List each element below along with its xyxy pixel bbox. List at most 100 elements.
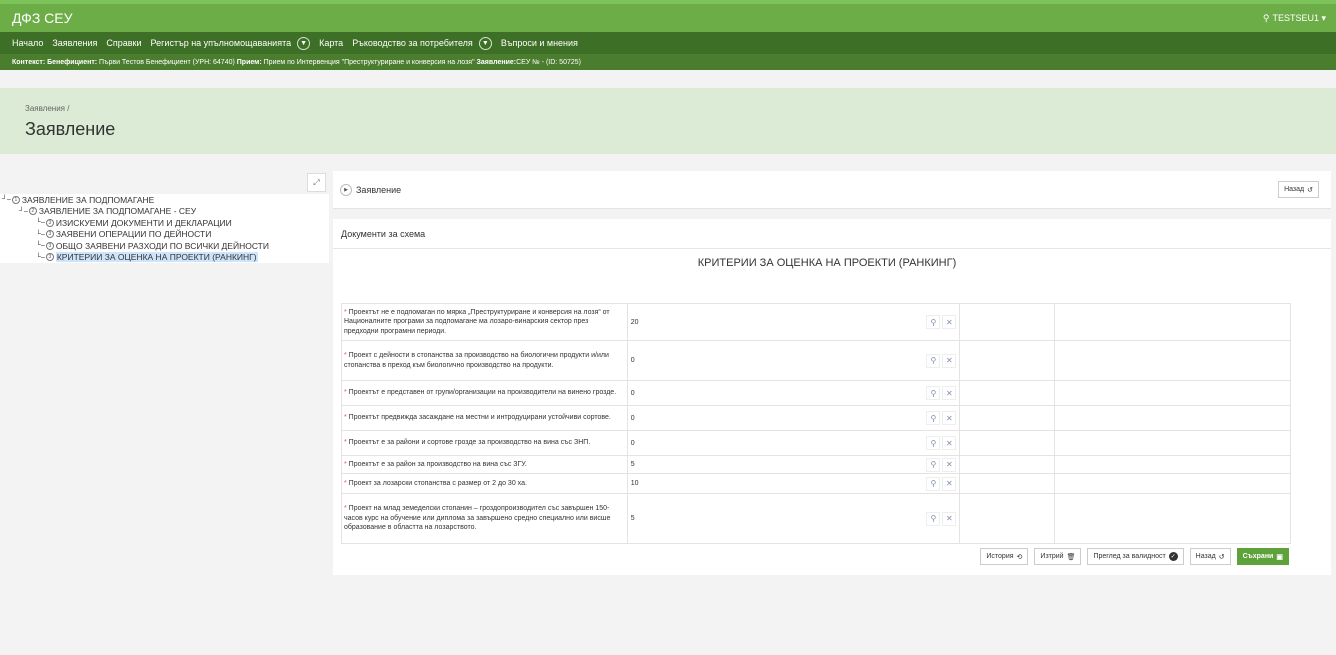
expand-icon[interactable]: ⤢ <box>307 173 326 192</box>
action-bar: История ⟲ Изтрий 🗑 Преглед за валидност ✓ Н… <box>980 548 1289 565</box>
search-icon[interactable]: ⚲ <box>926 511 941 526</box>
close-icon[interactable]: ✕ <box>942 386 957 400</box>
criterion-label: * Проектът предвижда засаждане на местни… <box>341 405 628 431</box>
menu-item-user-guide[interactable]: Ръководство за потребителя <box>352 38 473 48</box>
trash-icon: 🗑 <box>1066 553 1076 561</box>
back-label: Назад <box>1195 553 1216 560</box>
criterion-value-field[interactable]: 5 ⚲ ✕ <box>626 455 961 474</box>
tree-node[interactable]: └– 3 ИЗИСКУЕМИ ДОКУМЕНТИ И ДЕКЛАРАЦИИ <box>0 217 329 229</box>
criterion-text: Проект с дейности в стопанства за произв… <box>344 352 609 369</box>
close-icon[interactable]: ✕ <box>942 457 957 472</box>
table-row: * Проектът не е подпомаган по мярка „Пре… <box>341 303 1291 341</box>
history-button[interactable]: История ⟲ <box>980 548 1029 565</box>
context-label: Контекст: <box>12 58 46 66</box>
empty-cell <box>1054 455 1291 474</box>
node-number: 3 <box>45 253 54 262</box>
criterion-value-field[interactable]: 20 ⚲ ✕ <box>626 303 961 341</box>
empty-cell <box>1054 303 1291 341</box>
menu-item-reports[interactable]: Справки <box>106 38 141 48</box>
node-number: 3 <box>45 230 54 239</box>
search-icon[interactable]: ⚲ <box>926 353 941 368</box>
criterion-label: * Проект с дейности в стопанства за прои… <box>341 340 628 381</box>
collapse-toggle-icon[interactable]: ▶ <box>340 183 352 196</box>
chevron-down-icon[interactable]: ▼ <box>478 36 492 50</box>
close-icon[interactable]: ✕ <box>942 511 957 526</box>
criteria-title: КРИТЕРИИ ЗА ОЦЕНКА НА ПРОЕКТИ (РАНКИНГ) <box>697 257 957 269</box>
menu-item-map[interactable]: Карта <box>319 38 343 48</box>
user-name: TESTSEU1 ▾ <box>1272 12 1326 23</box>
menu-item-home[interactable]: Начало <box>12 38 43 48</box>
criterion-label: * Проектът не е подпомаган по мярка „Пре… <box>341 303 628 341</box>
main-menu: Начало Заявления Справки Регистър на упъ… <box>0 32 1336 54</box>
criterion-label: * Проектът е за райони и сортове грозде … <box>341 430 628 456</box>
close-icon[interactable]: ✕ <box>942 436 957 450</box>
criterion-text: Проект на млад земеделски стопанин – гро… <box>344 505 611 532</box>
table-row: * Проект на млад земеделски стопанин – г… <box>341 493 1291 544</box>
tree-node[interactable]: └– 3 ЗАЯВЕНИ ОПЕРАЦИИ ПО ДЕЙНОСТИ <box>0 229 329 241</box>
tree-node-label: ЗАЯВЕНИ ОПЕРАЦИИ ПО ДЕЙНОСТИ <box>55 229 212 240</box>
criterion-value-field[interactable]: 0 ⚲ ✕ <box>626 430 961 456</box>
intake-label: Прием: <box>236 58 262 66</box>
empty-cell <box>959 493 1056 544</box>
save-button[interactable]: Съхрани ▣ <box>1236 548 1289 565</box>
criterion-value: 5 <box>630 515 635 522</box>
table-row: * Проектът е представен от групи/организ… <box>341 380 1291 406</box>
chevron-down-icon[interactable]: ▼ <box>297 36 311 50</box>
search-icon[interactable]: ⚲ <box>926 476 941 491</box>
back-button-bottom[interactable]: Назад ↺ <box>1189 548 1231 565</box>
user-menu[interactable]: ⚲ TESTSEU1 ▾ <box>1263 13 1326 24</box>
validate-label: Преглед за валидност <box>1093 553 1166 560</box>
breadcrumb[interactable]: Заявления / <box>25 104 1336 113</box>
tree-node-label: ЗАЯВЛЕНИЕ ЗА ПОДПОМАГАНЕ <box>21 194 155 205</box>
criterion-value-field[interactable]: 0 ⚲ ✕ <box>626 380 961 406</box>
criterion-text: Проектът предвижда засаждане на местни и… <box>348 414 611 422</box>
criterion-value: 5 <box>630 461 635 468</box>
close-icon[interactable]: ✕ <box>942 476 957 491</box>
empty-cell <box>959 455 1056 474</box>
tree-node[interactable]: ┘– 2 ЗАЯВЛЕНИЕ ЗА ПОДПОМАГАНЕ - СЕУ <box>0 206 329 218</box>
table-row: * Проект с дейности в стопанства за прои… <box>341 340 1291 381</box>
floppy-icon: ▣ <box>1276 553 1283 561</box>
search-icon[interactable]: ⚲ <box>926 457 941 472</box>
menu-item-applications[interactable]: Заявления <box>52 38 97 48</box>
criterion-text: Проектът не е подпомаган по мярка „Прест… <box>344 308 610 335</box>
history-icon: ⟲ <box>1016 553 1023 561</box>
tree-node-selected[interactable]: └– 3 КРИТЕРИИ ЗА ОЦЕНКА НА ПРОЕКТИ (РАНКИН… <box>0 252 329 264</box>
close-icon[interactable]: ✕ <box>942 353 957 368</box>
search-icon[interactable]: ⚲ <box>926 436 941 450</box>
menu-item-questions[interactable]: Въпроси и мнения <box>501 38 578 48</box>
page-header: Заявления / Заявление <box>0 88 1336 154</box>
criterion-value-field[interactable]: 0 ⚲ ✕ <box>626 405 961 431</box>
empty-cell <box>959 430 1056 456</box>
empty-cell <box>959 405 1056 431</box>
search-icon[interactable]: ⚲ <box>926 386 941 400</box>
criterion-value-field[interactable]: 10 ⚲ ✕ <box>626 473 961 494</box>
empty-cell <box>959 303 1056 341</box>
validate-button[interactable]: Преглед за валидност ✓ <box>1087 548 1184 565</box>
empty-cell <box>959 473 1056 494</box>
criterion-text: Проектът е за райони и сортове грозде за… <box>348 439 591 447</box>
empty-cell <box>1054 405 1291 431</box>
back-button[interactable]: Назад ↺ <box>1278 181 1319 198</box>
node-number: 2 <box>28 207 37 216</box>
tree-node[interactable]: ┘– 1 ЗАЯВЛЕНИЕ ЗА ПОДПОМАГАНЕ <box>0 194 329 206</box>
empty-cell <box>1054 493 1291 544</box>
criterion-label: * Проект на млад земеделски стопанин – г… <box>341 493 628 544</box>
criteria-panel: Документи за схема КРИТЕРИИ ЗА ОЦЕНКА НА… <box>333 219 1331 575</box>
search-icon[interactable]: ⚲ <box>926 411 941 425</box>
criterion-value-field[interactable]: 0 ⚲ ✕ <box>626 340 961 381</box>
tree-panel: ⤢ ┘– 1 ЗАЯВЛЕНИЕ ЗА ПОДПОМАГАНЕ ┘– 2 ЗАЯВЛЕН… <box>0 168 329 288</box>
undo-icon: ↺ <box>1218 553 1225 561</box>
criterion-value-field[interactable]: 5 ⚲ ✕ <box>626 493 961 544</box>
tree-node[interactable]: └– 3 ОБЩО ЗАЯВЕНИ РАЗХОДИ ПО ВСИЧКИ ДЕЙНОС… <box>0 240 329 252</box>
menu-item-authorizations[interactable]: Регистър на упълномощаванията <box>151 38 292 48</box>
search-icon[interactable]: ⚲ <box>926 315 941 329</box>
tree-node-label: ИЗИСКУЕМИ ДОКУМЕНТИ И ДЕКЛАРАЦИИ <box>55 217 232 228</box>
criterion-label: * Проект за лозарски стопанства с размер… <box>341 473 628 494</box>
save-label: Съхрани <box>1242 553 1274 560</box>
delete-button[interactable]: Изтрий 🗑 <box>1034 548 1082 565</box>
close-icon[interactable]: ✕ <box>942 315 957 329</box>
criterion-label: * Проектът е за район за производство на… <box>341 455 628 474</box>
application-label: Заявление: <box>476 58 517 66</box>
close-icon[interactable]: ✕ <box>942 411 957 425</box>
